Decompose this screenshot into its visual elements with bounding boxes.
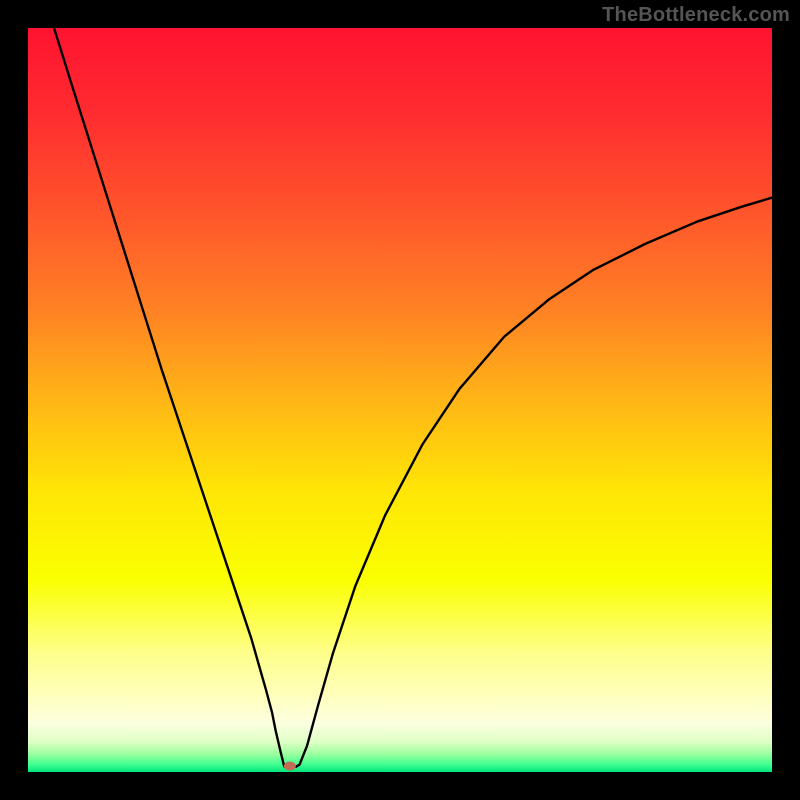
chart-plot-area — [28, 28, 772, 772]
chart-background — [28, 28, 772, 772]
attribution-text: TheBottleneck.com — [602, 4, 790, 27]
optimal-point-marker — [284, 762, 296, 771]
chart-frame: TheBottleneck.com — [0, 0, 800, 800]
